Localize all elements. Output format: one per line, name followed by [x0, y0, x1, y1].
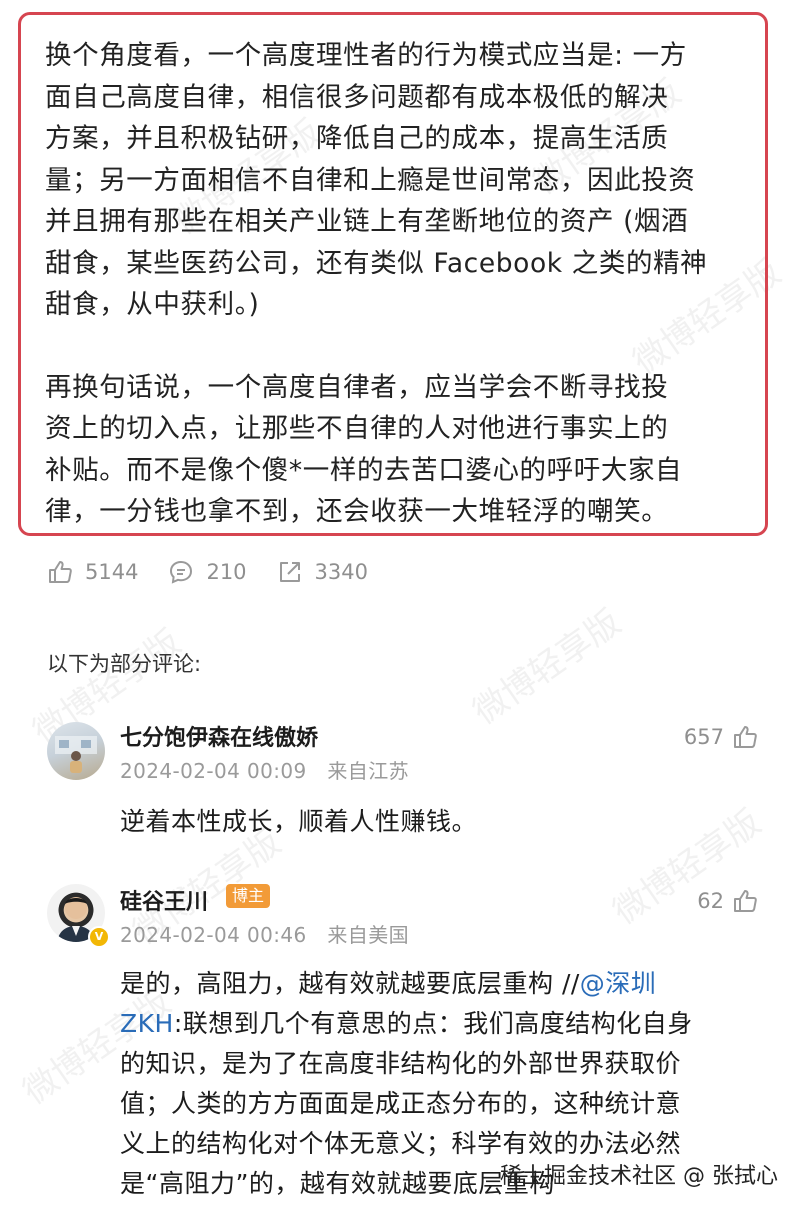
- avatar-image-icon: [55, 736, 97, 773]
- thumbs-up-icon: [734, 890, 757, 912]
- comment-text-before: 是的，高阻力，越有效就越要底层重构 //: [120, 969, 580, 998]
- comment-meta: 2024-02-04 00:46 来自美国: [120, 919, 409, 948]
- like-count: 5144: [85, 560, 139, 584]
- post-stats-bar: 5144 210 3340: [47, 556, 398, 588]
- repost-button[interactable]: 3340: [277, 559, 368, 585]
- comments-section-label: 以下为部分评论:: [47, 652, 202, 676]
- comment-like-button[interactable]: 62: [697, 888, 758, 914]
- comment-meta: 2024-02-04 00:09 来自江苏: [120, 755, 409, 784]
- comment-button[interactable]: 210: [168, 559, 247, 585]
- avatar[interactable]: [47, 722, 105, 780]
- repost-count: 3340: [314, 560, 368, 584]
- comment-location: 来自江苏: [327, 759, 409, 783]
- post-paragraph-1: 换个角度看，一个高度理性者的行为模式应当是: 一方 面自己高度自律，相信很多问题…: [45, 40, 708, 320]
- comment-like-button[interactable]: 657: [684, 724, 758, 750]
- comment-date: 2024-02-04 00:09: [120, 759, 307, 783]
- thumbs-up-icon: [734, 726, 757, 748]
- watermark: 微博轻享版: [465, 602, 629, 733]
- thumbs-up-icon: [49, 561, 72, 583]
- source-watermark: 稀土掘金技术社区 @ 张拭心: [500, 1164, 778, 1189]
- verified-badge-icon: V: [88, 926, 110, 948]
- comment-date: 2024-02-04 00:46: [120, 923, 307, 947]
- comment-like-count: 657: [683, 725, 724, 749]
- author-badge: 博主: [226, 884, 271, 908]
- comment-like-count: 62: [697, 889, 724, 913]
- post-paragraph-2: 再换句话说，一个高度自律者，应当学会不断寻找投 资上的切入点，让那些不自律的人对…: [45, 371, 683, 528]
- comment-count: 210: [206, 560, 247, 584]
- comment-location: 来自美国: [327, 923, 409, 947]
- like-button[interactable]: 5144: [47, 559, 138, 585]
- comment-author-name[interactable]: 硅谷王川: [120, 884, 208, 916]
- repost-icon: [279, 562, 300, 582]
- comment-author-name[interactable]: 七分饱伊森在线傲娇: [120, 720, 318, 752]
- highlighted-post-box: 换个角度看，一个高度理性者的行为模式应当是: 一方 面自己高度自律，相信很多问题…: [18, 12, 768, 536]
- comment-text: 逆着本性成长，顺着人性赚钱。: [120, 807, 478, 836]
- comment-icon: [170, 560, 193, 584]
